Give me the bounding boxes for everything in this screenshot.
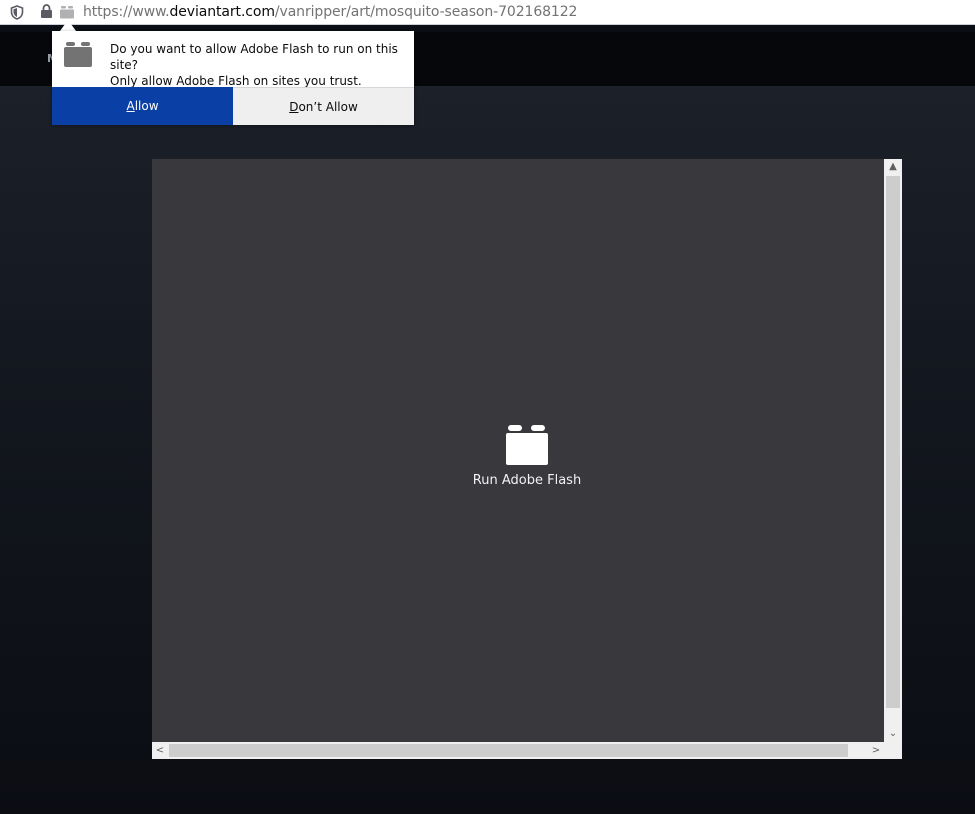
deny-accesskey: D bbox=[289, 99, 299, 114]
url-text[interactable]: https://www.deviantart.com/vanripper/art… bbox=[83, 4, 577, 20]
dont-allow-button[interactable]: Don’t Allow bbox=[233, 87, 414, 125]
vertical-scroll-thumb[interactable] bbox=[886, 176, 900, 708]
popup-message: Do you want to allow Adobe Flash to run … bbox=[110, 41, 408, 89]
url-bar: https://www.deviantart.com/vanripper/art… bbox=[0, 0, 975, 25]
scroll-down-arrow-icon[interactable]: ⌄ bbox=[884, 726, 902, 742]
shield-icon[interactable] bbox=[10, 5, 24, 20]
url-prefix: https://www. bbox=[83, 4, 170, 20]
scrollbar-corner bbox=[884, 742, 902, 759]
allow-accesskey: A bbox=[126, 99, 135, 113]
plugin-icon[interactable] bbox=[59, 5, 75, 19]
horizontal-scroll-thumb[interactable] bbox=[169, 744, 848, 757]
allow-button[interactable]: Allow bbox=[52, 87, 233, 125]
scroll-left-arrow-icon[interactable]: < bbox=[152, 742, 168, 759]
allow-label: llow bbox=[134, 99, 159, 113]
plugin-icon bbox=[506, 425, 548, 465]
scroll-up-arrow-icon[interactable]: ▲ bbox=[884, 159, 902, 175]
vertical-scrollbar[interactable]: ▲ ⌄ bbox=[884, 159, 902, 742]
deny-label: on’t Allow bbox=[298, 99, 358, 114]
scroll-right-arrow-icon[interactable]: > bbox=[868, 742, 884, 759]
flash-plugin-area[interactable]: Run Adobe Flash bbox=[152, 159, 902, 759]
lock-icon[interactable] bbox=[40, 4, 53, 19]
url-host: deviantart.com bbox=[169, 4, 276, 20]
plugin-icon bbox=[64, 42, 92, 67]
horizontal-scrollbar[interactable]: < > bbox=[152, 742, 884, 759]
run-flash-label: Run Adobe Flash bbox=[472, 473, 582, 488]
popup-arrow bbox=[60, 20, 76, 31]
flash-permission-popup: Do you want to allow Adobe Flash to run … bbox=[52, 31, 414, 125]
url-path: /vanripper/art/mosquito-season-702168122 bbox=[274, 4, 578, 20]
run-flash-button[interactable]: Run Adobe Flash bbox=[452, 425, 602, 505]
popup-message-line1: Do you want to allow Adobe Flash to run … bbox=[110, 42, 398, 72]
